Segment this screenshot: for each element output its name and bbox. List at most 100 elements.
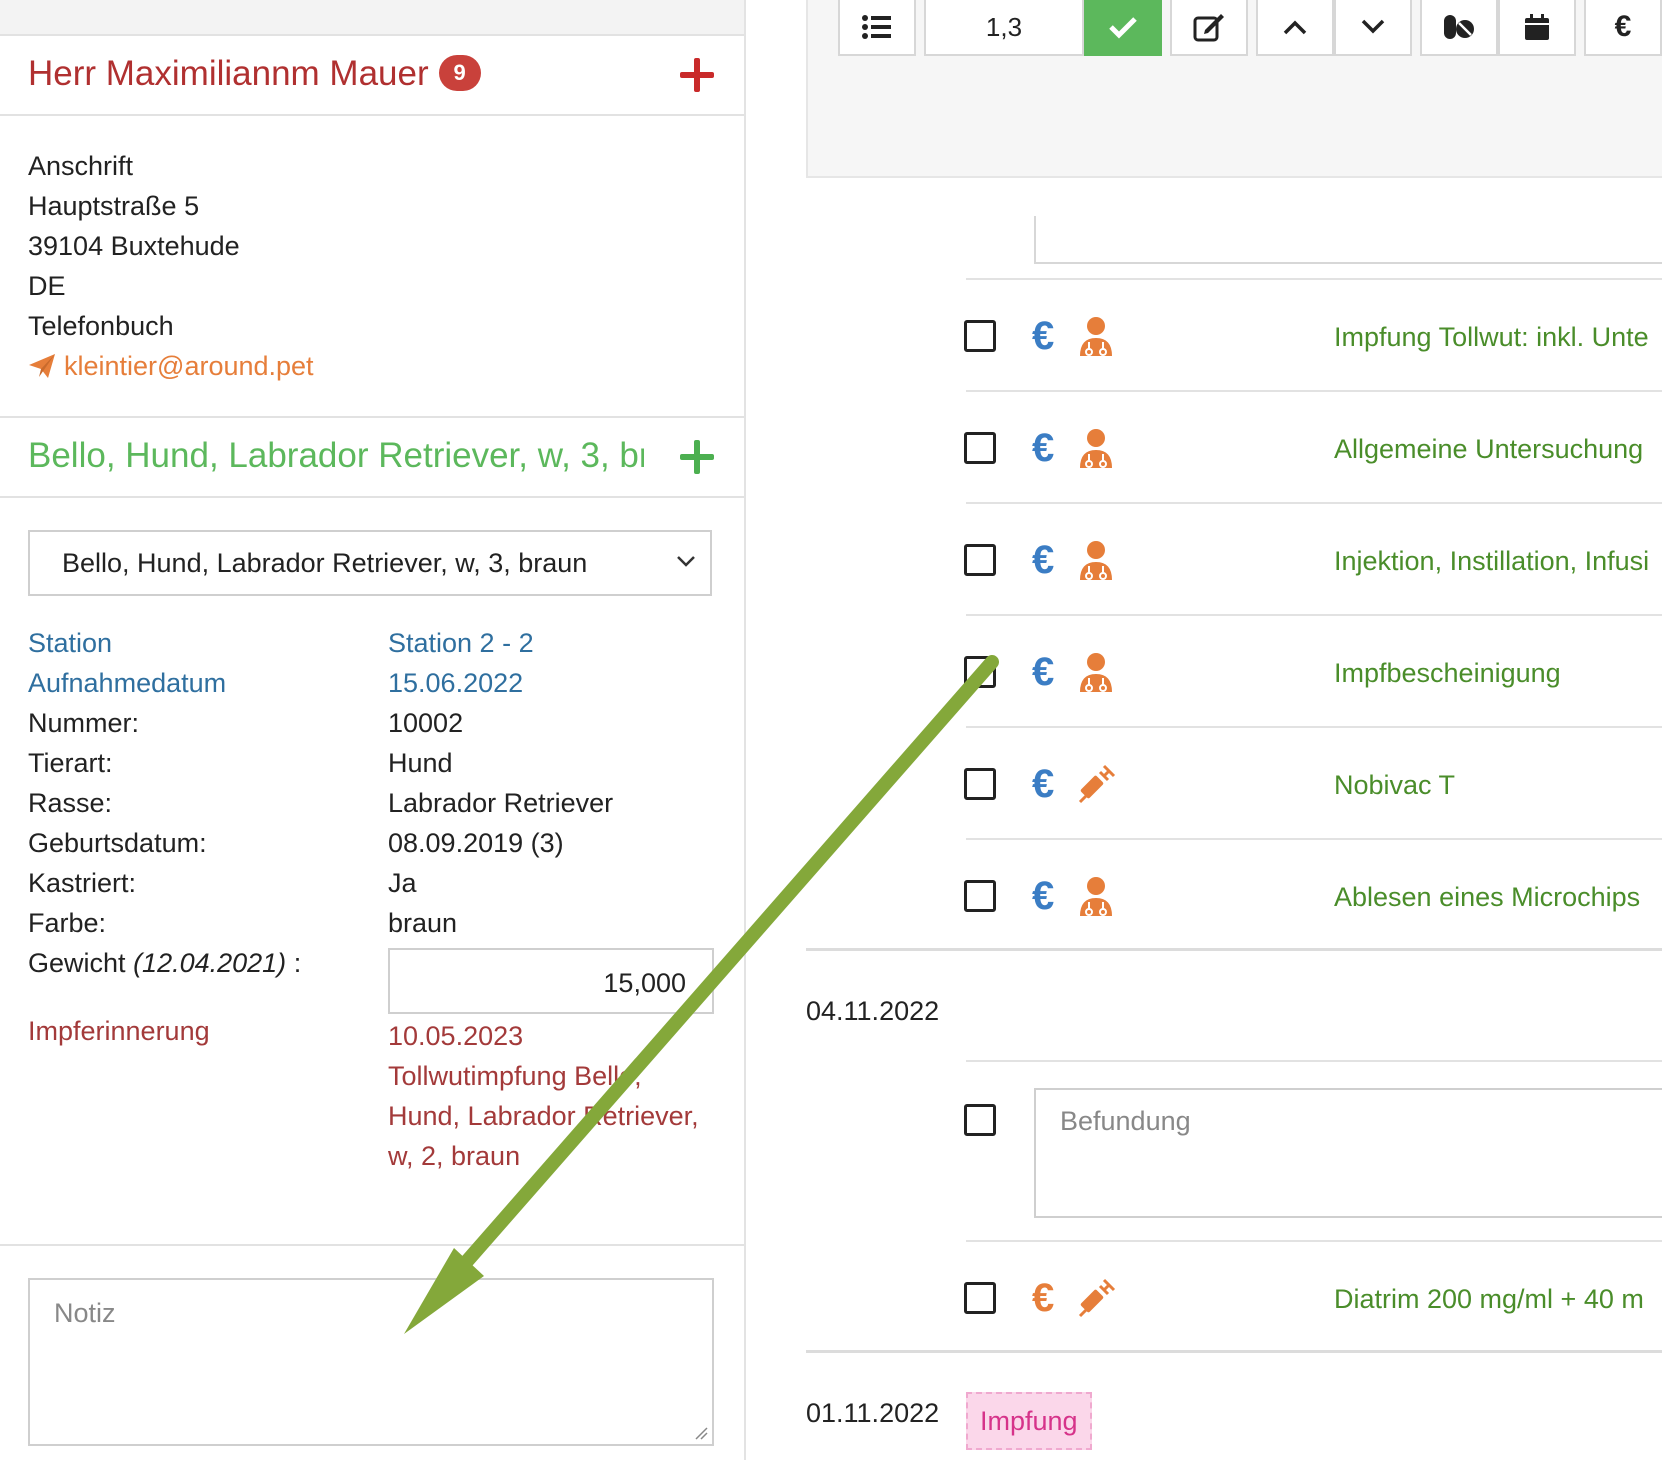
list-icon <box>862 15 891 39</box>
owner-header: Herr Maximiliannm Mauer 9 <box>0 36 744 116</box>
gewicht-label-text: Gewicht <box>28 948 126 978</box>
doctor-icon <box>1080 877 1112 916</box>
entry-text[interactable]: Impfung Tollwut: inkl. Unte <box>1334 322 1649 353</box>
entry-text[interactable]: Impfbescheinigung <box>1334 658 1561 689</box>
note-textarea[interactable]: Notiz <box>28 1278 714 1446</box>
gewicht-colon: : <box>286 948 302 978</box>
add-owner-icon[interactable] <box>680 58 714 92</box>
euro-icon[interactable]: € <box>1032 652 1054 692</box>
doctor-icon <box>1080 541 1112 580</box>
entry-text[interactable]: Injektion, Instillation, Infusi <box>1334 546 1649 577</box>
weight-value: 15,000 <box>603 968 686 998</box>
kastriert-value: Ja <box>388 868 417 898</box>
station-value[interactable]: Station 2 - 2 <box>388 628 534 659</box>
address-phonebook: Telefonbuch <box>28 311 174 341</box>
entry-text[interactable]: Allgemeine Untersuchung <box>1334 434 1643 465</box>
treatment-entry[interactable]: € Nobivac T <box>746 728 1662 838</box>
factor-value: 1,3 <box>985 11 1023 42</box>
email-link[interactable]: kleintier@around.pet <box>28 346 314 386</box>
patient-header: Bello, Hund, Labrador Retriever, w, 3, b… <box>0 418 744 498</box>
address-country: DE <box>28 271 66 301</box>
aufnahme-value[interactable]: 15.06.2022 <box>388 668 523 699</box>
factor-input[interactable]: 1,3 <box>924 0 1084 56</box>
euro-icon[interactable]: € <box>1032 540 1054 580</box>
impferinnerung-details[interactable]: 10.05.2023 Tollwutimpfung Bello, Hund, L… <box>388 1016 718 1176</box>
note-placeholder: Notiz <box>54 1298 116 1328</box>
syringe-icon <box>1078 764 1116 804</box>
treatment-entry[interactable]: € Allgemeine Untersuchung <box>746 392 1662 502</box>
kastriert-label: Kastriert: <box>28 868 137 898</box>
impferinnerung-label: Impferinnerung <box>28 1016 210 1046</box>
edit-button[interactable] <box>1170 0 1248 56</box>
address-street: Hauptstraße 5 <box>28 191 200 221</box>
billing-button[interactable]: € <box>1584 0 1662 56</box>
top-strip <box>0 0 744 36</box>
text-input[interactable] <box>1034 216 1662 264</box>
entry-checkbox[interactable] <box>964 768 996 800</box>
entry-text[interactable]: Ablesen eines Microchips <box>1334 882 1640 913</box>
divider <box>966 1060 1662 1062</box>
geburtsdatum-value: 08.09.2019 (3) <box>388 828 564 858</box>
impfung-tag[interactable]: Impfung <box>966 1392 1092 1450</box>
impferinnerung-line1: Tollwutimpfung Bello, <box>388 1061 642 1091</box>
entry-checkbox[interactable] <box>964 656 996 688</box>
chevron-down-icon <box>677 556 695 567</box>
address-label: Anschrift <box>28 151 134 181</box>
befund-checkbox[interactable] <box>964 1104 996 1136</box>
syringe-icon <box>1078 1278 1116 1318</box>
entry-checkbox[interactable] <box>964 320 996 352</box>
resize-grip-icon[interactable] <box>694 1426 708 1440</box>
aufnahme-label[interactable]: Aufnahmedatum <box>28 668 226 699</box>
owner-name[interactable]: Herr Maximiliannm Mauer 9 <box>28 54 481 94</box>
pills-icon <box>1444 15 1474 39</box>
farbe-label: Farbe: <box>28 908 107 938</box>
treatment-entry[interactable]: € Impfbescheinigung <box>746 616 1662 726</box>
entry-checkbox[interactable] <box>964 432 996 464</box>
calendar-icon <box>1525 14 1549 40</box>
move-up-button[interactable] <box>1256 0 1334 56</box>
list-button[interactable] <box>838 0 916 56</box>
euro-icon[interactable]: € <box>1032 1278 1054 1318</box>
euro-icon[interactable]: € <box>1032 876 1054 916</box>
euro-icon[interactable]: € <box>1032 764 1054 804</box>
entry-checkbox[interactable] <box>964 880 996 912</box>
patient-select[interactable]: Bello, Hund, Labrador Retriever, w, 3, b… <box>28 530 712 596</box>
entry-checkbox[interactable] <box>964 544 996 576</box>
patient-sidebar: Herr Maximiliannm Mauer 9 Anschrift Haupt… <box>0 0 746 1460</box>
entry-text[interactable]: Nobivac T <box>1334 770 1455 801</box>
owner-address: Anschrift Hauptstraße 5 39104 Buxtehude … <box>28 146 314 386</box>
patient-title[interactable]: Bello, Hund, Labrador Retriever, w, 3, b… <box>28 436 644 476</box>
divider <box>0 1244 744 1246</box>
geburtsdatum-label: Geburtsdatum: <box>28 828 207 858</box>
entry-text[interactable]: Diatrim 200 mg/ml + 40 m <box>1334 1284 1644 1315</box>
nummer-label: Nummer: <box>28 708 140 738</box>
doctor-icon <box>1080 429 1112 468</box>
confirm-button[interactable] <box>1084 0 1162 56</box>
chevron-down-icon <box>1361 19 1385 34</box>
paper-plane-icon <box>29 354 55 378</box>
befund-textarea[interactable]: Befundung <box>1034 1088 1662 1218</box>
treatment-entry[interactable]: € Ablesen eines Microchips <box>746 840 1662 950</box>
tierart-value: Hund <box>388 748 453 778</box>
calendar-button[interactable] <box>1498 0 1576 56</box>
impferinnerung-line2: Hund, Labrador Retriever, <box>388 1101 699 1131</box>
station-label[interactable]: Station <box>28 628 112 659</box>
treatment-panel: 1,3 € € Impfung Tollwut: inkl. Unte € Al… <box>746 0 1662 1460</box>
move-down-button[interactable] <box>1334 0 1412 56</box>
treatment-entry[interactable]: € Injektion, Instillation, Infusi <box>746 504 1662 614</box>
euro-icon[interactable]: € <box>1032 428 1054 468</box>
treatment-entry[interactable]: € Impfung Tollwut: inkl. Unte <box>746 280 1662 390</box>
owner-name-text[interactable]: Herr Maximiliannm Mauer <box>28 54 429 93</box>
add-patient-icon[interactable] <box>680 440 714 474</box>
doctor-icon <box>1080 317 1112 356</box>
owner-count-badge: 9 <box>438 54 481 91</box>
euro-icon[interactable]: € <box>1032 316 1054 356</box>
impferinnerung-line3: w, 2, braun <box>388 1141 521 1171</box>
doctor-icon <box>1080 653 1112 692</box>
treatment-entry[interactable]: € Diatrim 200 mg/ml + 40 m <box>746 1242 1662 1352</box>
email-text[interactable]: kleintier@around.pet <box>64 346 314 386</box>
entry-checkbox[interactable] <box>964 1282 996 1314</box>
weight-input[interactable]: 15,000 <box>388 948 714 1014</box>
section-divider <box>806 948 1662 951</box>
medication-button[interactable] <box>1420 0 1498 56</box>
